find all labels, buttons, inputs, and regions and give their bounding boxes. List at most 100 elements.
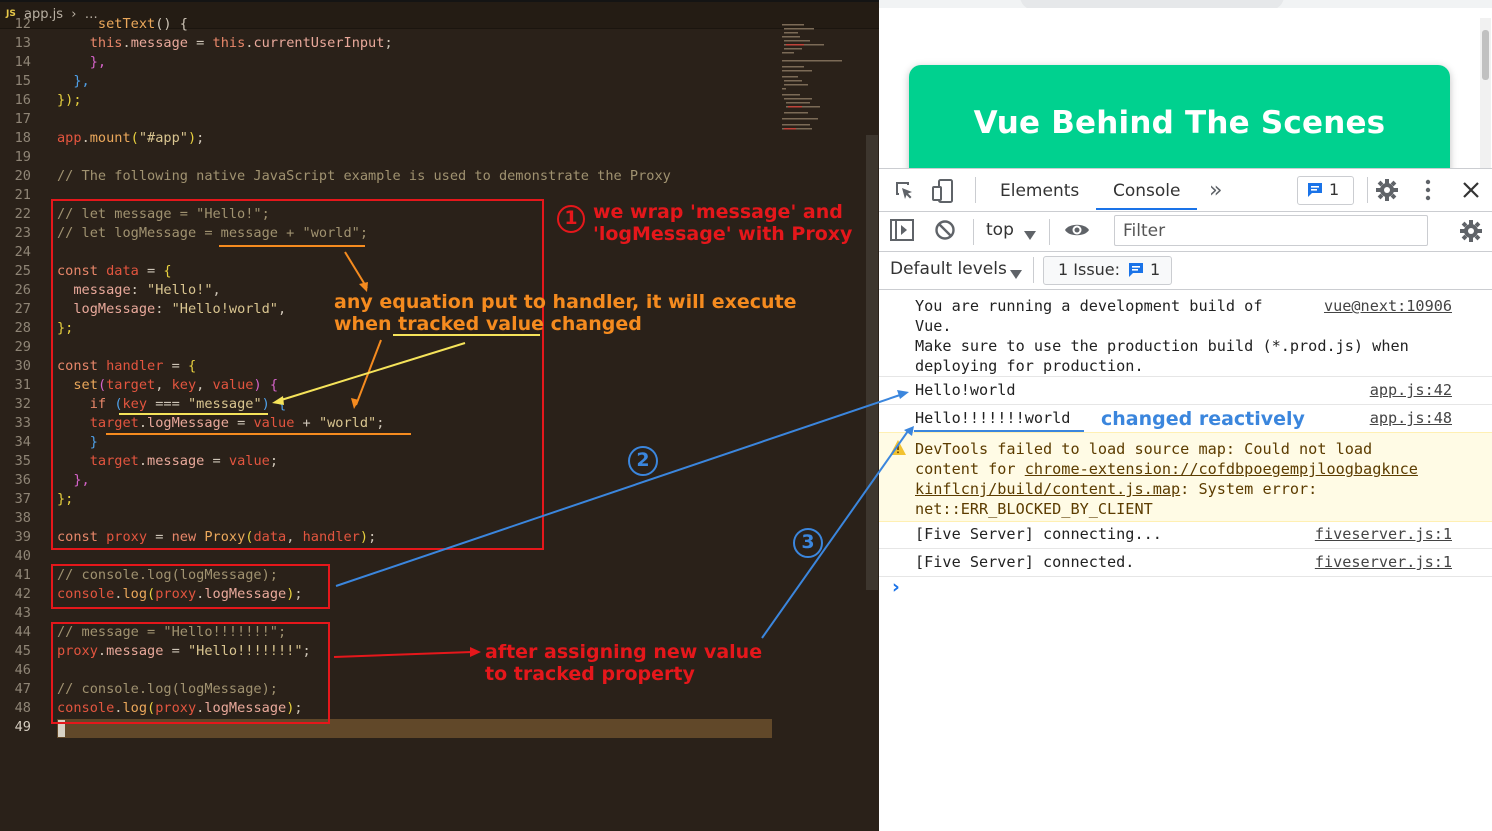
code-token: ; xyxy=(302,643,311,659)
console-settings-gear-icon[interactable] xyxy=(1459,219,1483,247)
code-line[interactable]: 31 set(target, key, value) { xyxy=(0,377,870,396)
close-icon[interactable] xyxy=(1462,181,1480,203)
console-prompt[interactable]: › xyxy=(892,576,900,598)
code-token: = xyxy=(228,415,254,431)
log-levels-select[interactable]: Default levels xyxy=(890,259,1007,279)
levels-dropdown-icon[interactable] xyxy=(1010,264,1022,283)
line-number: 42 xyxy=(14,586,31,602)
inspect-element-icon[interactable] xyxy=(893,179,917,207)
code-token: // The following native JavaScript examp… xyxy=(57,168,671,184)
live-expression-eye-icon[interactable] xyxy=(1064,222,1090,242)
code-token: . xyxy=(97,643,107,659)
code-token: if xyxy=(89,396,115,412)
code-text: if (key === "message") { xyxy=(57,396,286,412)
filter-box[interactable] xyxy=(1114,215,1428,246)
code-line[interactable]: 32 if (key === "message") { xyxy=(0,396,870,415)
settings-gear-icon[interactable] xyxy=(1375,178,1399,206)
line-number: 38 xyxy=(14,510,31,526)
page-viewport: Vue Behind The Scenes xyxy=(879,8,1492,168)
context-select[interactable]: top xyxy=(986,220,1014,240)
line-number: 35 xyxy=(14,453,31,469)
code-text: }, xyxy=(57,73,90,89)
code-line[interactable]: 12 setText() { xyxy=(0,16,870,35)
code-token: ; xyxy=(384,35,393,51)
line-number: 39 xyxy=(14,529,31,545)
code-line[interactable]: 30 const handler = { xyxy=(0,358,870,377)
code-line[interactable]: 37}; xyxy=(0,491,870,510)
console-message: [Five Server] connected. fiveserver.js:1 xyxy=(879,549,1492,577)
issues-badge[interactable]: 1 xyxy=(1297,176,1354,205)
code-line[interactable]: 43 xyxy=(0,605,870,624)
issues-pill-button[interactable]: 1 Issue: 1 xyxy=(1043,256,1172,285)
code-editor[interactable]: JS app.js › … 12 setText() {13 this.mess… xyxy=(0,0,879,831)
console-source-link[interactable]: app.js:42 xyxy=(1370,380,1452,400)
line-number: 23 xyxy=(14,225,31,241)
code-line[interactable]: 14 }, xyxy=(0,54,870,73)
code-line[interactable]: 38 xyxy=(0,510,870,529)
code-line[interactable]: 24 xyxy=(0,244,870,263)
code-line[interactable]: 13 this.message = this.currentUserInput; xyxy=(0,35,870,54)
code-line[interactable]: 33 target.logMessage = value + "world"; xyxy=(0,415,870,434)
code-line[interactable]: 48 console.log(proxy.logMessage); xyxy=(0,700,870,719)
code-line[interactable]: 41 // console.log(logMessage); xyxy=(0,567,870,586)
clear-console-icon[interactable] xyxy=(934,219,956,245)
note-handler: any equation put to handler, it will exe… xyxy=(334,291,797,335)
sidebar-toggle-icon[interactable] xyxy=(890,219,914,245)
code-line[interactable]: 29 xyxy=(0,339,870,358)
code-token: value xyxy=(212,377,254,393)
code-line[interactable]: 15 }, xyxy=(0,73,870,92)
page-scrollbar[interactable] xyxy=(1480,18,1491,168)
code-line[interactable]: 35 target.message = value; xyxy=(0,453,870,472)
code-text: set(target, key, value) { xyxy=(57,377,278,393)
code-token: }, xyxy=(73,73,90,89)
line-number: 33 xyxy=(14,415,31,431)
code-line[interactable]: 20 // The following native JavaScript exa… xyxy=(0,168,870,187)
code-line[interactable]: 25 const data = { xyxy=(0,263,870,282)
console-levels-bar: Default levels 1 Issue: 1 xyxy=(879,251,1492,290)
issues-icon xyxy=(1307,182,1323,202)
console-source-link[interactable]: vue@next:10906 xyxy=(1324,296,1452,316)
warning-icon xyxy=(889,439,907,460)
code-token: { xyxy=(187,358,197,374)
code-line[interactable]: 39 const proxy = new Proxy(data, handler)… xyxy=(0,529,870,548)
code-line[interactable]: 42 console.log(proxy.logMessage); xyxy=(0,586,870,605)
code-token: + xyxy=(294,415,319,431)
code-token: // console.log(logMessage); xyxy=(57,681,278,697)
code-line[interactable]: 36 }, xyxy=(0,472,870,491)
code-token: message xyxy=(106,643,164,659)
code-token: }; xyxy=(57,491,74,507)
code-line[interactable]: 19 xyxy=(0,149,870,168)
current-line-highlight xyxy=(57,719,772,738)
code-line[interactable]: 18 app.mount("#app"); xyxy=(0,130,870,149)
code-token: . xyxy=(81,130,90,146)
more-tabs-button[interactable]: » xyxy=(1209,178,1222,203)
browser-toolbar xyxy=(879,0,1492,10)
code-token: ) xyxy=(187,130,197,146)
minimap[interactable] xyxy=(776,22,864,132)
note-1-number: 1 xyxy=(564,207,578,229)
line-number: 41 xyxy=(14,567,31,583)
line-number: 32 xyxy=(14,396,31,412)
console-source-link[interactable]: fiveserver.js:1 xyxy=(1315,524,1452,544)
code-line[interactable]: 34 } xyxy=(0,434,870,453)
context-dropdown-icon[interactable] xyxy=(1024,225,1036,244)
console-source-link[interactable]: fiveserver.js:1 xyxy=(1315,552,1452,572)
filter-input[interactable] xyxy=(1123,221,1413,241)
line-number: 45 xyxy=(14,643,31,659)
code-text: const proxy = new Proxy(data, handler); xyxy=(57,529,376,545)
console-warning: DevTools failed to load source map: Coul… xyxy=(879,432,1492,522)
code-line[interactable]: 40 xyxy=(0,548,870,567)
console-message: You are running a development build of V… xyxy=(879,290,1492,377)
tab-console[interactable]: Console xyxy=(1113,181,1181,201)
line-number: 14 xyxy=(14,54,31,70)
device-toolbar-icon[interactable] xyxy=(931,178,955,208)
kebab-menu-icon[interactable] xyxy=(1424,179,1432,205)
code-line[interactable]: 16}); xyxy=(0,92,870,111)
editor-scrollbar[interactable] xyxy=(866,135,878,590)
tab-elements[interactable]: Elements xyxy=(1000,181,1079,201)
code-line[interactable]: 17 xyxy=(0,111,870,130)
console-source-link[interactable]: app.js:48 xyxy=(1370,408,1452,428)
